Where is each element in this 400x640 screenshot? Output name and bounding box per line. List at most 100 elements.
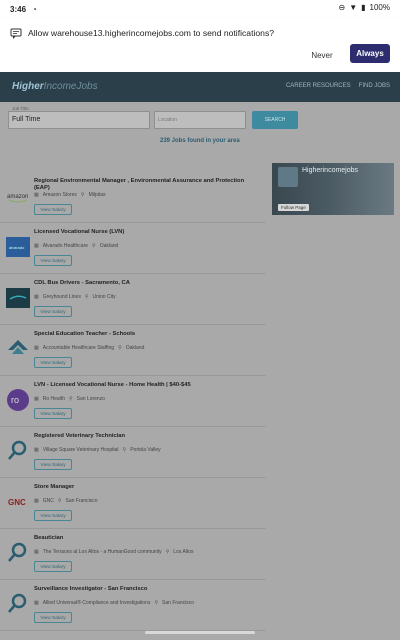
location-pin-icon: ⚲ [154,600,159,606]
location-pin-icon: ⚲ [165,549,170,555]
job-meta: ▦ Greyhound Lines ⚲ Union City [34,294,116,300]
job-title[interactable]: Special Education Teacher - Schools [34,331,260,338]
job-location: Union City [92,294,116,300]
view-salary-button[interactable]: View Salary [34,612,72,623]
amazon-logo-icon: amazon [7,194,28,203]
svg-text:GNC: GNC [8,498,26,507]
site-header: HigherIncomeJobs CAREER RESOURCES FIND J… [0,72,400,102]
job-card[interactable]: Special Education Teacher - Schools ▦ Acc… [0,325,266,376]
job-card[interactable]: amazon Regional Environmental Manager , … [0,172,266,223]
building-icon: ▦ [34,294,39,300]
status-bar: 3:46 ◔ ⊖ ▼ ▮ 100% [0,0,400,18]
job-meta: ▦ Allied Universal® Compliance and Invest… [34,600,194,606]
battery-icon: ▮ [361,3,366,12]
web-page: HigherIncomeJobs CAREER RESOURCES FIND J… [0,72,400,640]
view-salary-button[interactable]: View Salary [34,561,72,572]
location-pin-icon: ⚲ [84,294,89,300]
building-icon: ▦ [34,192,39,198]
notification-message: Allow warehouse13.higherincomejobs.com t… [28,28,275,38]
logo-sub: IncomeJobs [43,81,98,92]
location-pin-icon: ⚲ [118,345,122,351]
job-card[interactable]: Beautician ▦ The Terraces at Los Altos - … [0,529,266,580]
job-title-input[interactable]: Full Time [8,111,150,129]
job-meta: ▦ Ro Health ⚲ San Lorenzo [34,396,105,402]
status-time: 3:46 [10,4,27,14]
location-pin-icon: ⚲ [68,396,73,402]
view-salary-button[interactable]: View Salary [34,510,72,521]
view-salary-button[interactable]: View Salary [34,306,72,317]
status-icons: ⊖ ▼ ▮ 100% [339,3,391,12]
nav-career-resources[interactable]: CAREER RESOURCES [286,83,351,89]
view-salary-button[interactable]: View Salary [34,255,72,266]
jobs-count: 239 Jobs found in your area [160,138,240,144]
job-company: Amazon Stores [42,192,77,198]
job-company: Village Square Veterinary Hospital [42,447,119,453]
job-company: The Terraces at Los Altos - a HumanGood … [42,549,162,555]
svg-text:ro: ro [11,395,19,405]
follow-page-button[interactable]: Follow Page [278,204,309,211]
job-card[interactable]: CDL Bus Drivers - Sacramento, CA ▦ Greyho… [0,274,266,325]
job-card[interactable]: alvarado Licensed Vocational Nurse (LVN)… [0,223,266,274]
view-salary-button[interactable]: View Salary [34,408,72,419]
logo-main: Higher [12,81,44,92]
view-salary-button[interactable]: View Salary [34,459,72,470]
wifi-icon: ▼ [349,3,358,12]
job-title[interactable]: Licensed Vocational Nurse (LVN) [34,229,260,236]
ro-health-logo-icon: ro [7,389,29,411]
job-location: San Francisco [162,600,195,606]
hij-logo-icon [8,542,27,562]
job-title[interactable]: Store Manager [34,484,260,491]
job-card[interactable]: GNC Store Manager ▦ GNC ⚲ San Francisco Vie… [0,478,266,529]
hij-logo-icon [8,593,27,613]
job-title[interactable]: Registered Veterinary Technician [34,433,260,440]
job-meta: ▦ Alvarado Healthcare ⚲ Oakland [34,243,118,249]
job-company: Greyhound Lines [42,294,81,300]
location-input[interactable]: Location [154,111,246,129]
healthcare-logo-icon: alvarado [6,237,30,257]
job-card[interactable]: Surveillance Investigator - San Francisc… [0,580,266,631]
job-title[interactable]: CDL Bus Drivers - Sacramento, CA [34,280,260,287]
job-location: San Francisco [65,498,98,504]
gnc-logo-icon: GNC [8,498,26,507]
svg-text:alvarado: alvarado [9,245,25,250]
facebook-page-logo [278,167,298,187]
building-icon: ▦ [34,600,39,606]
building-icon: ▦ [34,498,39,504]
job-location: Los Altos [173,549,194,555]
search-bar: Job Title Full Time Location SEARCH [0,104,400,140]
job-title[interactable]: Regional Environmental Manager , Environ… [34,178,260,192]
dnd-icon: ⊖ [338,3,346,12]
view-salary-button[interactable]: View Salary [34,204,72,215]
nav-find-jobs[interactable]: FIND JOBS [359,83,390,89]
job-company: Allied Universal® Compliance and Investi… [42,600,151,606]
gesture-handle[interactable] [145,631,255,634]
job-title[interactable]: Beautician [34,535,260,542]
location-pin-icon: ⚲ [122,447,127,453]
site-logo[interactable]: HigherIncomeJobs [12,81,98,92]
never-button[interactable]: Never [302,46,342,64]
building-icon: ▦ [34,243,39,249]
job-location: Milpitas [88,192,106,198]
job-title[interactable]: Surveillance Investigator - San Francisc… [34,586,260,593]
building-icon: ▦ [34,447,39,453]
job-location: Oakland [99,243,119,249]
job-card[interactable]: ro LVN - Licensed Vocational Nurse - Hom… [0,376,266,427]
search-button[interactable]: SEARCH [252,111,298,129]
facebook-widget[interactable]: Higherincomejobs Follow Page [272,163,394,215]
view-salary-button[interactable]: View Salary [34,357,72,368]
job-card[interactable]: Registered Veterinary Technician ▦ Villag… [0,427,266,478]
job-meta: ▦ Village Square Veterinary Hospital ⚲ Port… [34,447,161,453]
job-location: Oakland [125,345,145,351]
building-icon: ▦ [34,345,39,351]
notification-prompt: Allow warehouse13.higherincomejobs.com t… [0,18,400,72]
signal-icon: ◔ [32,4,37,14]
always-button[interactable]: Always [350,44,390,63]
job-title[interactable]: LVN - Licensed Vocational Nurse - Home H… [34,382,260,389]
job-meta: ▦ The Terraces at Los Altos - a HumanGood… [34,549,194,555]
site-nav: CAREER RESOURCES FIND JOBS [286,83,390,89]
svg-text:amazon: amazon [7,194,28,200]
job-company: GNC [42,498,54,504]
greyhound-logo-icon [6,288,30,308]
location-pin-icon: ⚲ [80,192,85,198]
job-list: amazon Regional Environmental Manager , … [0,172,266,631]
